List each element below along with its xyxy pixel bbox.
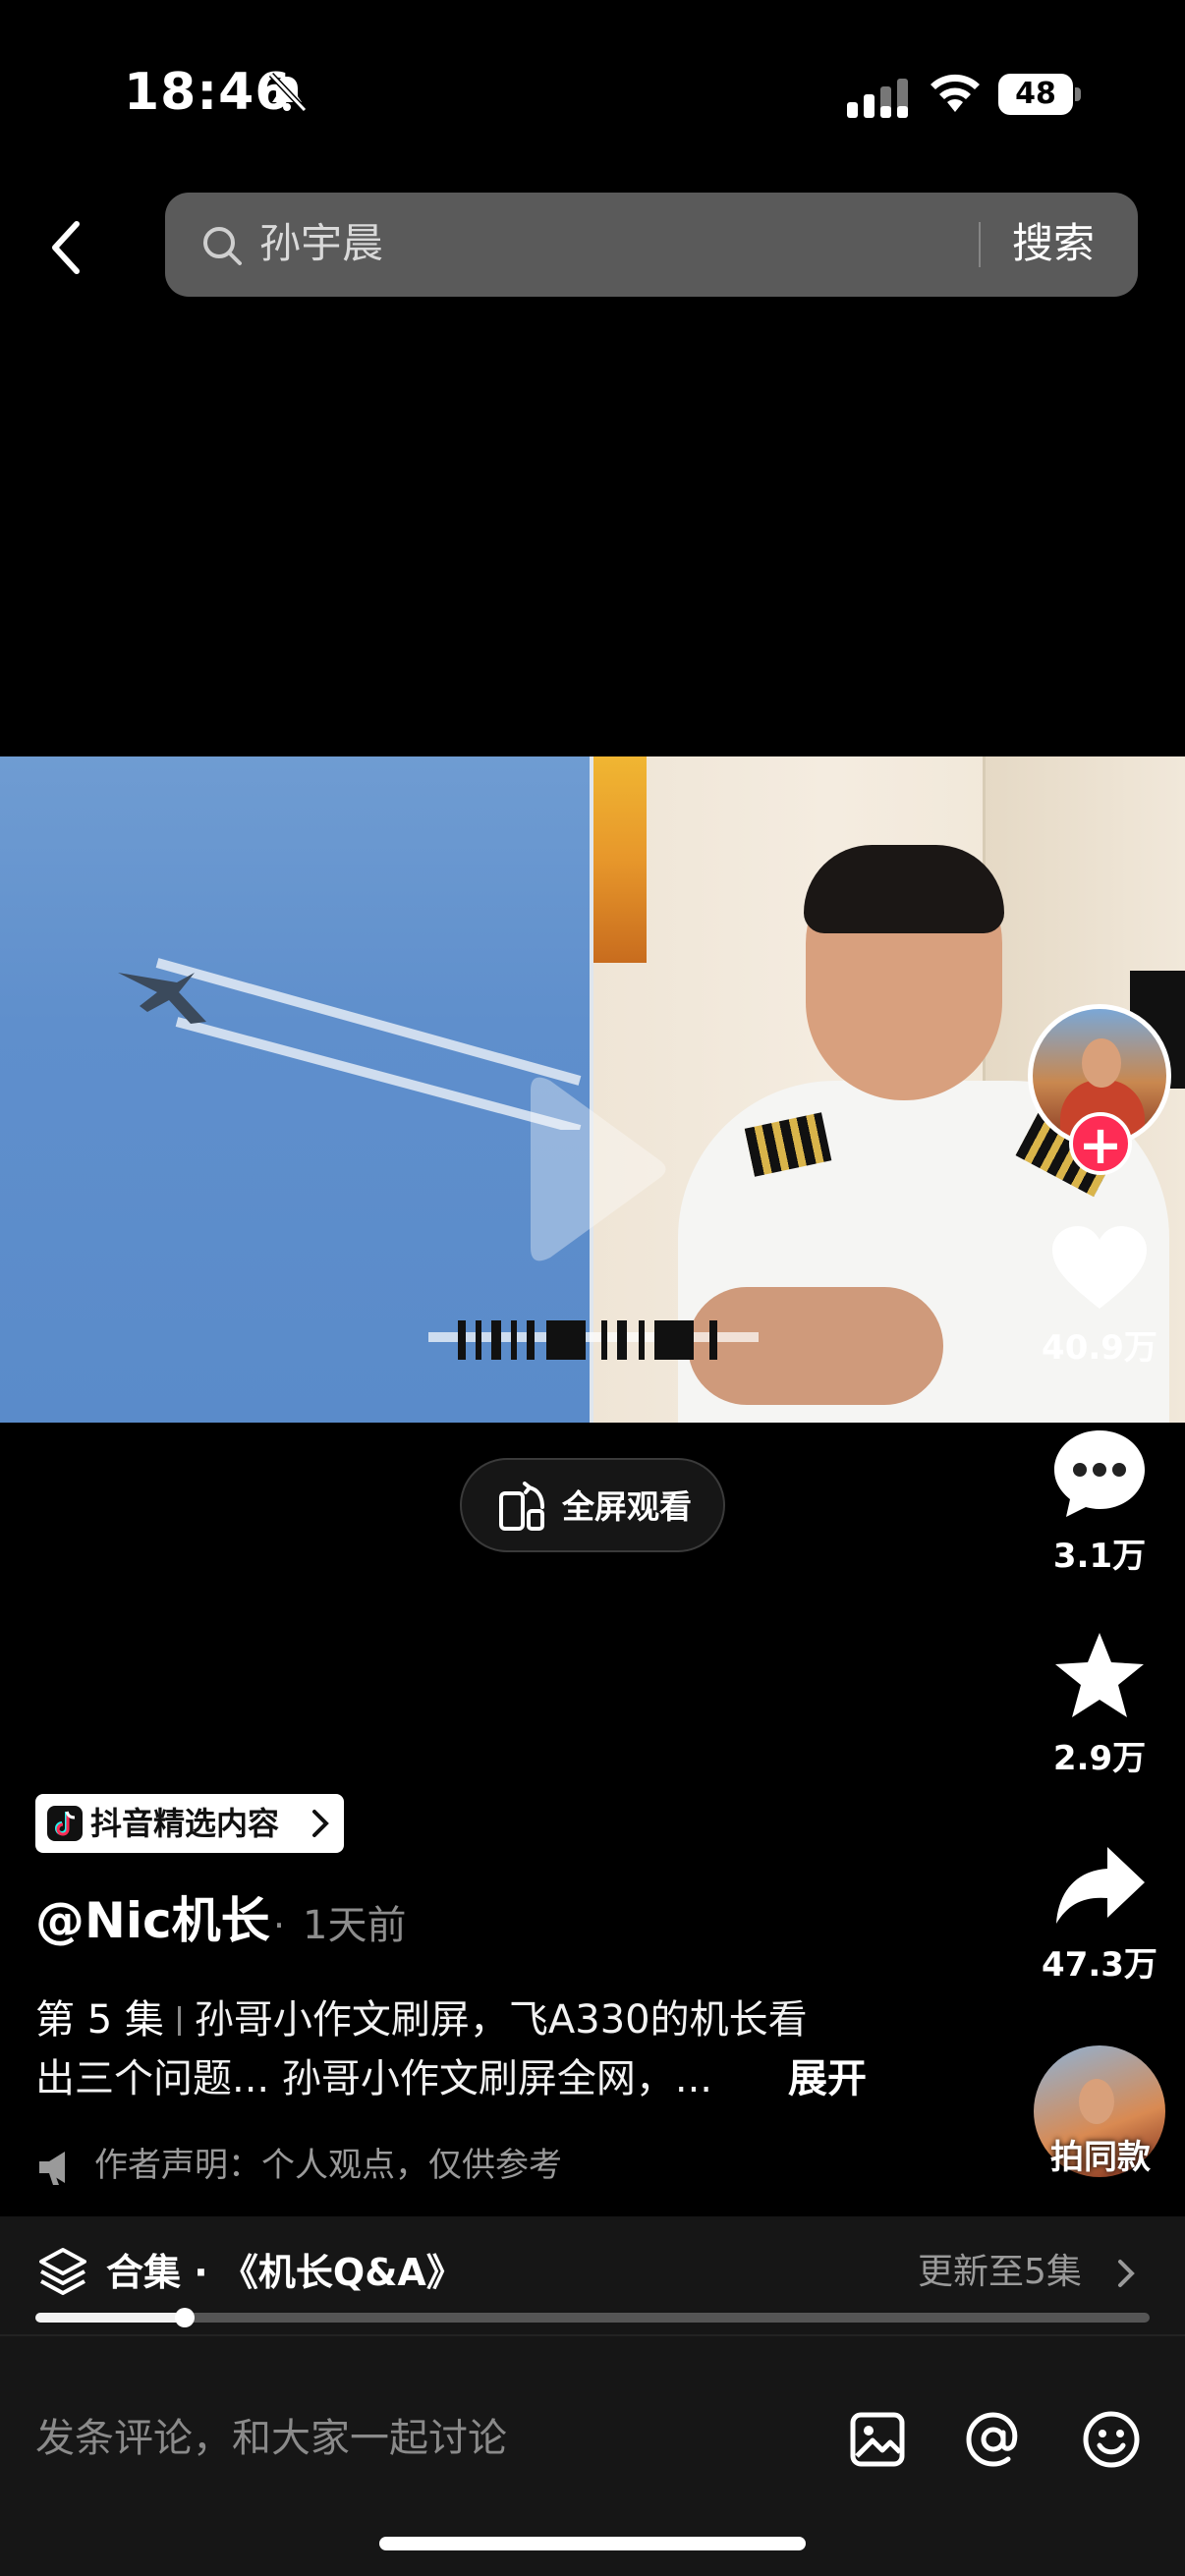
description-line-2: 出三个问题... 孙哥小作文刷屏全网，...	[35, 2056, 713, 2101]
author-time-separator: ·	[273, 1904, 286, 1947]
star-icon	[1055, 1633, 1144, 1717]
comment-bubble-icon	[1054, 1430, 1145, 1517]
status-bar: 18:46 48	[0, 0, 1185, 187]
follow-button[interactable]: +	[1069, 1112, 1132, 1175]
expand-button[interactable]: 展开	[788, 2049, 867, 2108]
wifi-icon	[931, 74, 980, 112]
rotate-screen-icon	[499, 1482, 544, 1531]
collection-title: 合集 · 《机长Q&A》	[106, 2251, 464, 2294]
cellular-signal-icon	[847, 79, 908, 118]
play-icon[interactable]	[511, 1071, 668, 1267]
like-button[interactable]: 40.9万	[1028, 1224, 1171, 1369]
search-divider	[979, 222, 981, 267]
featured-content-label: 抖音精选内容	[90, 1805, 280, 1842]
post-time: 1天前	[303, 1903, 407, 1948]
home-indicator[interactable]	[379, 2537, 806, 2550]
collection-bar[interactable]: 合集 · 《机长Q&A》 更新至5集	[0, 2216, 1185, 2334]
chevron-right-icon	[1118, 2260, 1135, 2287]
collection-progress[interactable]	[35, 2308, 1150, 2327]
favorite-count: 2.9万	[1052, 1739, 1147, 1778]
wall-painting	[593, 756, 647, 963]
episode-divider	[177, 2006, 181, 2036]
author-name[interactable]: @Nic机长	[35, 1886, 270, 1955]
author-notice-text: 作者声明：个人观点，仅供参考	[94, 2146, 562, 2185]
comment-count: 3.1万	[1052, 1537, 1147, 1576]
share-count: 47.3万	[1042, 1945, 1157, 1985]
search-bar[interactable]: 孙宇晨 搜索	[165, 193, 1138, 297]
author-avatar[interactable]: +	[1028, 1004, 1171, 1175]
search-icon	[203, 227, 242, 265]
chevron-right-icon	[312, 1810, 329, 1837]
collection-progress-knob[interactable]	[174, 2308, 195, 2327]
fullscreen-button[interactable]: 全屏观看	[460, 1458, 725, 1552]
battery-level: 48	[1015, 77, 1056, 111]
same-style-label: 拍同款	[1050, 2138, 1151, 2177]
douyin-logo-icon	[47, 1806, 83, 1841]
collection-update: 更新至5集	[918, 2252, 1082, 2292]
like-count: 40.9万	[1042, 1328, 1157, 1368]
featured-content-tag[interactable]: 抖音精选内容	[35, 1794, 344, 1853]
search-button[interactable]: 搜索	[1012, 214, 1095, 273]
pilot-hair	[804, 845, 1004, 933]
comment-button[interactable]: 3.1万	[1028, 1427, 1171, 1577]
layers-icon	[39, 2248, 86, 2295]
collection-progress-fill	[35, 2313, 185, 2323]
back-button[interactable]	[39, 208, 98, 287]
emoji-icon[interactable]	[1081, 2409, 1142, 2470]
share-button[interactable]: 47.3万	[1028, 1841, 1171, 1986]
episode-label: 第 5 集	[35, 1997, 164, 2043]
favorite-button[interactable]: 2.9万	[1028, 1629, 1171, 1779]
heart-icon	[1052, 1226, 1147, 1309]
video-scrub-bar[interactable]	[428, 1313, 759, 1364]
fullscreen-label: 全屏观看	[562, 1487, 692, 1526]
description-line-1: 孙哥小作文刷屏，飞A330的机长看	[194, 1997, 808, 2043]
bell-off-icon	[268, 72, 308, 113]
mention-icon[interactable]	[963, 2409, 1024, 2470]
video-player[interactable]	[0, 756, 1185, 1423]
megaphone-icon	[39, 2152, 65, 2185]
comment-input[interactable]: 发条评论，和大家一起讨论	[35, 2409, 507, 2468]
same-style-button[interactable]: 拍同款	[1032, 2045, 1169, 2183]
battery-icon: 48	[998, 74, 1081, 115]
share-arrow-icon	[1056, 1847, 1145, 1924]
image-icon[interactable]	[847, 2409, 908, 2470]
search-input[interactable]: 孙宇晨	[259, 214, 383, 273]
